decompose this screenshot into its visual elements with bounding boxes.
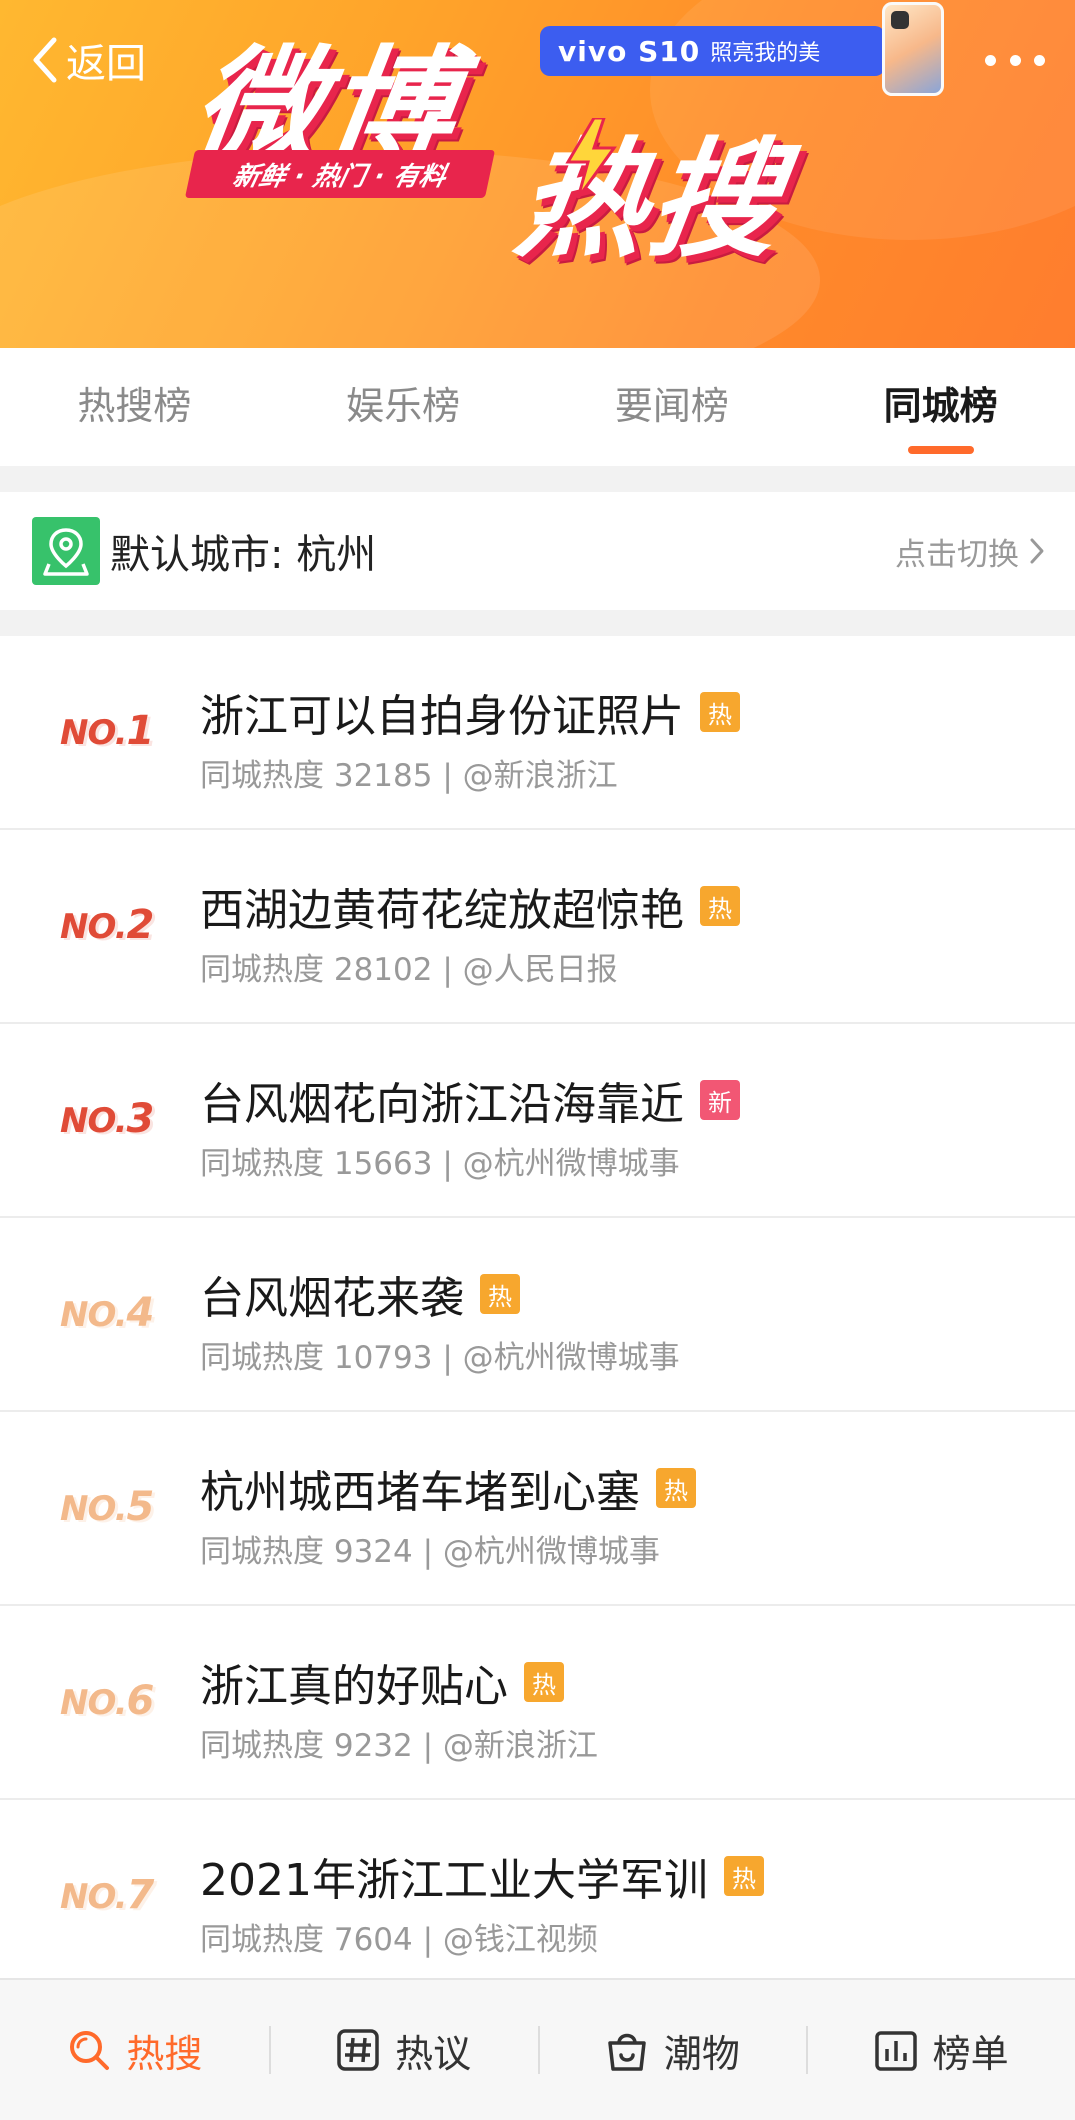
header-banner: 返回 微博 热搜 新鲜 · 热门 · 有料 vivo S10 照亮我的美 — [0, 0, 1075, 348]
list-item[interactable]: NO.7 2021年浙江工业大学军训 热 同城热度 7604 | @钱江视频 — [0, 1800, 1075, 1988]
item-meta: 同城热度 28102 | @人民日报 — [200, 952, 618, 988]
nav-trendy-goods[interactable]: 潮物 — [537, 2020, 807, 2080]
tab-local-city[interactable]: 同城榜 — [806, 348, 1075, 466]
trending-list: NO.1 浙江可以自拍身份证照片 热 同城热度 32185 | @新浪浙江 NO… — [0, 636, 1075, 1988]
bar-chart-icon — [874, 2031, 917, 2071]
banner-slogan: 新鲜 · 热门 · 有料 — [184, 150, 496, 198]
ad-phone-image[interactable] — [882, 2, 944, 96]
title-row: 台风烟花向浙江沿海靠近 新 — [200, 1068, 740, 1132]
new-badge: 新 — [700, 1080, 740, 1120]
item-title: 浙江可以自拍身份证照片 — [200, 691, 684, 742]
tab-hot-search[interactable]: 热搜榜 — [0, 348, 269, 466]
shopping-bag-icon — [608, 2033, 646, 2071]
title-row: 浙江可以自拍身份证照片 热 — [200, 680, 740, 744]
back-label: 返回 — [66, 41, 146, 87]
nav-rankings[interactable]: 榜单 — [806, 2020, 1075, 2080]
tab-entertainment[interactable]: 娱乐榜 — [269, 348, 538, 466]
nav-label: 潮物 — [663, 2031, 740, 2076]
item-title: 西湖边黄荷花绽放超惊艳 — [200, 885, 684, 936]
category-tabs: 热搜榜 娱乐榜 要闻榜 同城榜 — [0, 348, 1075, 466]
logo-hotsearch-text: 热搜 — [507, 126, 793, 275]
item-meta: 同城热度 9232 | @新浪浙江 — [200, 1728, 598, 1764]
hot-badge: 热 — [480, 1274, 520, 1314]
chevron-left-icon — [33, 37, 57, 83]
list-item[interactable]: NO.5 杭州城西堵车堵到心塞 热 同城热度 9324 | @杭州微博城事 — [0, 1412, 1075, 1606]
nav-hot-search[interactable]: 热搜 — [0, 2020, 269, 2080]
rank-number: NO.7 — [60, 1872, 154, 1918]
item-meta: 同城热度 15663 | @杭州微博城事 — [200, 1146, 680, 1182]
nav-label: 榜单 — [932, 2031, 1009, 2076]
dot — [985, 54, 996, 66]
city-bar: 默认城市: 杭州 点击切换 — [0, 492, 1075, 610]
hashtag-icon — [337, 2029, 379, 2071]
default-city-label: 默认城市: 杭州 — [110, 532, 377, 578]
rank-number: NO.2 — [60, 902, 154, 948]
hot-badge: 热 — [723, 1856, 764, 1896]
list-item[interactable]: NO.3 台风烟花向浙江沿海靠近 新 同城热度 15663 | @杭州微博城事 — [0, 1024, 1075, 1218]
location-pin-icon — [32, 517, 100, 585]
rank-number: NO.5 — [60, 1484, 154, 1530]
item-meta: 同城热度 10793 | @杭州微博城事 — [200, 1340, 680, 1376]
rank-number: NO.1 — [60, 708, 154, 754]
dot — [1034, 54, 1045, 66]
item-title: 台风烟花来袭 — [200, 1273, 464, 1324]
ad-banner[interactable]: vivo S10 照亮我的美 — [540, 26, 885, 76]
item-title: 浙江真的好贴心 — [200, 1661, 508, 1712]
list-item[interactable]: NO.2 西湖边黄荷花绽放超惊艳 热 同城热度 28102 | @人民日报 — [0, 830, 1075, 1024]
more-options-button[interactable] — [985, 40, 1045, 80]
switch-city-label: 点击切换 — [895, 536, 1019, 573]
dot — [1009, 54, 1021, 66]
item-title: 杭州城西堵车堵到心塞 — [200, 1467, 640, 1518]
title-row: 浙江真的好贴心 热 — [200, 1650, 564, 1714]
rank-number: NO.4 — [60, 1290, 154, 1336]
item-meta: 同城热度 7604 | @钱江视频 — [200, 1922, 598, 1958]
item-meta: 同城热度 32185 | @新浪浙江 — [200, 758, 618, 794]
ad-tagline: 照亮我的美 — [710, 41, 821, 66]
switch-city-button[interactable]: 点击切换 — [895, 529, 1045, 574]
nav-label: 热议 — [395, 2031, 472, 2076]
hot-badge: 热 — [524, 1662, 564, 1702]
item-title: 2021年浙江工业大学军训 — [200, 1855, 708, 1906]
item-meta: 同城热度 9324 | @杭州微博城事 — [200, 1534, 660, 1570]
nav-label: 热搜 — [126, 2031, 203, 2076]
rank-number: NO.3 — [60, 1096, 154, 1142]
tab-news[interactable]: 要闻榜 — [538, 348, 807, 466]
item-title: 台风烟花向浙江沿海靠近 — [200, 1079, 684, 1130]
back-button[interactable]: 返回 — [28, 30, 146, 90]
list-item[interactable]: NO.1 浙江可以自拍身份证照片 热 同城热度 32185 | @新浪浙江 — [0, 636, 1075, 830]
search-icon — [70, 2031, 110, 2070]
title-row: 西湖边黄荷花绽放超惊艳 热 — [200, 874, 740, 938]
title-row: 杭州城西堵车堵到心塞 热 — [200, 1456, 696, 1520]
hot-badge: 热 — [656, 1468, 696, 1508]
hot-badge: 热 — [700, 692, 740, 732]
title-row: 台风烟花来袭 热 — [200, 1262, 520, 1326]
hot-badge: 热 — [700, 886, 740, 926]
title-row: 2021年浙江工业大学军训 热 — [200, 1844, 764, 1908]
list-item[interactable]: NO.6 浙江真的好贴心 热 同城热度 9232 | @新浪浙江 — [0, 1606, 1075, 1800]
nav-discussion[interactable]: 热议 — [268, 2020, 538, 2080]
bottom-nav: 热搜 热议 潮物 榜单 — [0, 1978, 1075, 2120]
chevron-right-icon — [1030, 538, 1044, 564]
list-item[interactable]: NO.4 台风烟花来袭 热 同城热度 10793 | @杭州微博城事 — [0, 1218, 1075, 1412]
rank-number: NO.6 — [60, 1678, 154, 1724]
lightning-icon — [565, 118, 617, 198]
ad-brand: vivo S10 — [558, 34, 701, 68]
